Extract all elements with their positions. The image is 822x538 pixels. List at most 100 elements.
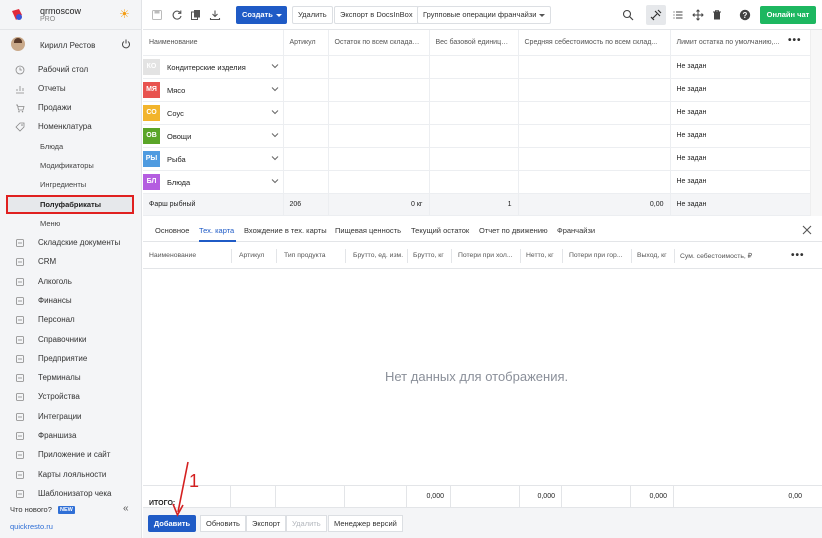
tab-main[interactable]: Основное xyxy=(155,226,189,235)
col-header[interactable]: Артикул xyxy=(239,252,264,259)
col-header[interactable]: Нетто, кг xyxy=(526,252,554,259)
col-header[interactable]: Потери при гор... xyxy=(569,252,627,259)
copy-icon[interactable] xyxy=(190,9,202,21)
user-profile[interactable]: Кирилл Рестов xyxy=(0,34,142,56)
limit-cell: Не задан xyxy=(670,55,811,79)
site-link[interactable]: quickresto.ru xyxy=(10,522,53,531)
sidebar-item-dashboard[interactable]: Рабочий стол xyxy=(0,61,142,78)
col-header-article[interactable]: Артикул xyxy=(283,30,329,56)
sidebar-item-11[interactable]: Приложение и сайт xyxy=(0,446,142,463)
chevron-down-icon[interactable] xyxy=(271,178,279,184)
online-chat-button[interactable]: Онлайн чат xyxy=(760,6,816,24)
col-header[interactable]: Брутто, ед. изм. xyxy=(353,252,403,259)
chevron-down-icon[interactable] xyxy=(271,155,279,161)
col-header[interactable]: Потери при хол... xyxy=(458,252,516,259)
delete-button[interactable]: Удалить xyxy=(292,6,333,24)
semifinished-table: Наименование Артикул Остаток по всем скл… xyxy=(143,30,811,216)
sidebar-item-6[interactable]: Предприятие xyxy=(0,350,142,367)
col-header-weight[interactable]: Вес базовой единицы,... xyxy=(429,30,519,56)
sidebar-item-7[interactable]: Терминалы xyxy=(0,369,142,386)
close-icon[interactable] xyxy=(801,224,813,236)
download-icon[interactable] xyxy=(209,9,221,21)
table-row[interactable]: Фарш рыбный 206 0 кг 1 0,00 Не задан xyxy=(143,193,811,216)
table-row[interactable]: БЛ Блюда Не задан xyxy=(143,170,811,194)
sidebar-item-12[interactable]: Карты лояльности xyxy=(0,466,142,483)
more-columns-icon[interactable]: ••• xyxy=(788,35,802,46)
col-header-name[interactable]: Наименование xyxy=(143,30,284,56)
col-header[interactable]: Наименование xyxy=(149,252,196,259)
sidebar-item-1[interactable]: CRM xyxy=(0,253,142,270)
table-cell xyxy=(429,170,519,194)
export-button[interactable]: Экспорт xyxy=(246,515,287,532)
sidebar-item-0[interactable]: Складские документы xyxy=(0,234,142,251)
move-icon[interactable] xyxy=(692,9,704,21)
power-icon[interactable] xyxy=(121,39,131,49)
sidebar-item-2[interactable]: Алкоголь xyxy=(0,273,142,290)
category-cell[interactable]: БЛ Блюда xyxy=(143,170,284,194)
category-cell[interactable]: РЫ Рыба xyxy=(143,147,284,171)
sidebar-item-9[interactable]: Интеграции xyxy=(0,408,142,425)
sidebar-item-nomenclature[interactable]: Номенклатура xyxy=(0,118,142,135)
sidebar-subitem-modifiers[interactable]: Модификаторы xyxy=(0,157,142,174)
sidebar-subitem-ingredients[interactable]: Ингредиенты xyxy=(0,176,142,193)
trash-icon[interactable] xyxy=(711,9,723,21)
col-header-limit[interactable]: Лимит остатка по умолчанию,... ••• xyxy=(670,30,811,56)
more-columns-icon[interactable]: ••• xyxy=(791,250,805,261)
table-cell xyxy=(283,78,329,102)
category-cell[interactable]: ОВ Овощи xyxy=(143,124,284,148)
chevron-down-icon[interactable] xyxy=(271,109,279,115)
delete-row-button[interactable]: Удалить xyxy=(286,515,327,532)
sidebar-subitem-dishes[interactable]: Блюда xyxy=(0,138,142,155)
sidebar-item-reports[interactable]: Отчеты xyxy=(0,80,142,97)
table-row[interactable]: СО Соус Не задан xyxy=(143,101,811,125)
sidebar-subitem-label: Ингредиенты xyxy=(40,180,87,189)
chevron-down-icon[interactable] xyxy=(271,132,279,138)
refresh-button[interactable]: Обновить xyxy=(200,515,246,532)
col-header[interactable]: Сум. себестоимость, ₽ xyxy=(680,252,752,260)
version-manager-button[interactable]: Менеджер версий xyxy=(328,515,403,532)
create-button[interactable]: Создать xyxy=(236,6,287,24)
franchise-group-ops-button[interactable]: Групповые операции франчайзи xyxy=(417,6,552,24)
table-row[interactable]: РЫ Рыба Не задан xyxy=(143,147,811,171)
export-docsinbox-button[interactable]: Экспорт в DocsInBox xyxy=(334,6,419,24)
chevron-down-icon[interactable] xyxy=(271,63,279,69)
sidebar-item-5[interactable]: Справочники xyxy=(0,331,142,348)
tab-current-stock[interactable]: Текущий остаток xyxy=(411,226,469,235)
sidebar-item-4[interactable]: Персонал xyxy=(0,311,142,328)
category-cell[interactable]: МЯ Мясо xyxy=(143,78,284,102)
table-row[interactable]: КО Кондитерские изделия Не задан xyxy=(143,55,811,79)
col-header[interactable]: Брутто, кг xyxy=(413,252,444,259)
whats-new-link[interactable]: Что нового? xyxy=(10,505,52,514)
table-row[interactable]: МЯ Мясо Не задан xyxy=(143,78,811,102)
col-header[interactable]: Тип продукта xyxy=(284,252,326,259)
col-header-cost[interactable]: Средняя себестоимость по всем склад... xyxy=(518,30,671,56)
tab-included-in[interactable]: Вхождение в тех. карты xyxy=(244,226,327,235)
category-cell[interactable]: КО Кондитерские изделия xyxy=(143,55,284,79)
help-icon[interactable]: ? xyxy=(739,9,751,21)
tab-franchise[interactable]: Франчайзи xyxy=(557,226,595,235)
category-badge: СО xyxy=(143,104,160,121)
table-row[interactable]: ОВ Овощи Не задан xyxy=(143,124,811,148)
vertical-scrollbar[interactable] xyxy=(810,30,822,216)
column-separator xyxy=(407,249,408,263)
tab-tech-card[interactable]: Тех. карта xyxy=(199,226,234,235)
col-header[interactable]: Выход, кг xyxy=(637,252,667,259)
sidebar-item-sales[interactable]: Продажи xyxy=(0,99,142,116)
tab-movement-report[interactable]: Отчет по движению xyxy=(479,226,548,235)
refresh-icon[interactable] xyxy=(171,9,183,21)
tab-nutrition[interactable]: Пищевая ценность xyxy=(335,226,401,235)
list-view-icon[interactable] xyxy=(672,9,684,21)
sidebar-item-3[interactable]: Финансы xyxy=(0,292,142,309)
col-header-stock[interactable]: Остаток по всем складам,... xyxy=(328,30,430,56)
sidebar-item-13[interactable]: Шаблонизатор чека xyxy=(0,485,142,502)
tools-toggle[interactable] xyxy=(646,5,666,25)
search-icon[interactable] xyxy=(622,9,634,21)
sidebar-subitem-menu[interactable]: Меню xyxy=(0,215,142,232)
sidebar-item-8[interactable]: Устройства xyxy=(0,388,142,405)
sidebar-item-10[interactable]: Франшиза xyxy=(0,427,142,444)
save-icon[interactable] xyxy=(151,9,163,21)
chevron-down-icon[interactable] xyxy=(271,86,279,92)
category-cell[interactable]: СО Соус xyxy=(143,101,284,125)
theme-sun-icon[interactable]: ☀ xyxy=(119,8,131,20)
collapse-sidebar-icon[interactable]: « xyxy=(123,503,129,514)
